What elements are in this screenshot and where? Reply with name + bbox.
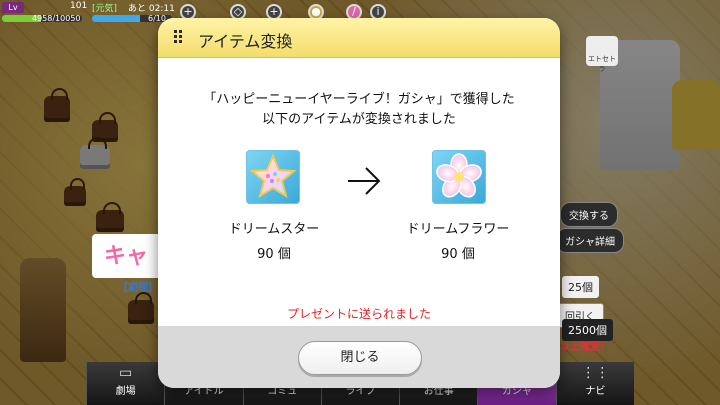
dialog-header: アイテム変換 xyxy=(158,18,560,58)
banner-title: キャ xyxy=(104,244,149,269)
level-badge: Lv xyxy=(2,2,24,13)
to-item-name: ドリームフラワー xyxy=(406,222,510,237)
stamina-text: 4958/10050 xyxy=(32,14,81,23)
level-value: 101 xyxy=(70,1,88,11)
grip-handle-icon xyxy=(174,30,182,48)
genki-label: [元気] xyxy=(92,4,118,14)
conversion-message: 「ハッピーニューイヤーライブ！ガシャ」で獲得した 以下のアイテムが変換されました xyxy=(158,90,560,130)
to-item-quantity: 90 個 xyxy=(441,247,475,262)
from-item-quantity: 90 個 xyxy=(257,247,291,262)
banner-period: 【期間】 xyxy=(118,283,158,294)
price-count: 25個 xyxy=(562,276,599,298)
sent-to-present-notice: プレゼントに送られました xyxy=(286,307,431,321)
gacha-detail-button[interactable]: ガシャ詳細 xyxy=(556,228,624,253)
dream-flower-icon xyxy=(432,150,486,204)
theater-icon: ▭ xyxy=(119,365,133,381)
guaranteed-label: 以上確定！ xyxy=(560,342,610,353)
exchange-button[interactable]: 交換する xyxy=(560,202,618,227)
dream-star-icon xyxy=(246,150,300,204)
message-line-2: 以下のアイテムが変換されました xyxy=(262,112,456,127)
message-line-1: 「ハッピーニューイヤーライブ！ガシャ」で獲得した xyxy=(203,92,515,107)
right-arrow-icon xyxy=(346,163,382,203)
navi-icon: ⋮⋮ xyxy=(581,365,610,381)
from-item-name: ドリームスター xyxy=(228,222,320,237)
close-button[interactable]: 閉じる xyxy=(298,341,422,375)
dialog-footer: 閉じる xyxy=(158,326,560,388)
item-conversion-dialog: アイテム変換 「ハッピーニューイヤーライブ！ガシャ」で獲得した 以下のアイテムが… xyxy=(158,18,560,388)
recovery-timer: あと 02:11 xyxy=(128,4,175,14)
nav-navi[interactable]: ⋮⋮ ナビ xyxy=(555,362,634,405)
dialog-title: アイテム変換 xyxy=(198,32,293,51)
nav-theater[interactable]: ▭ 劇場 xyxy=(86,362,165,405)
etcetera-button[interactable]: エトセトラ xyxy=(586,36,618,73)
